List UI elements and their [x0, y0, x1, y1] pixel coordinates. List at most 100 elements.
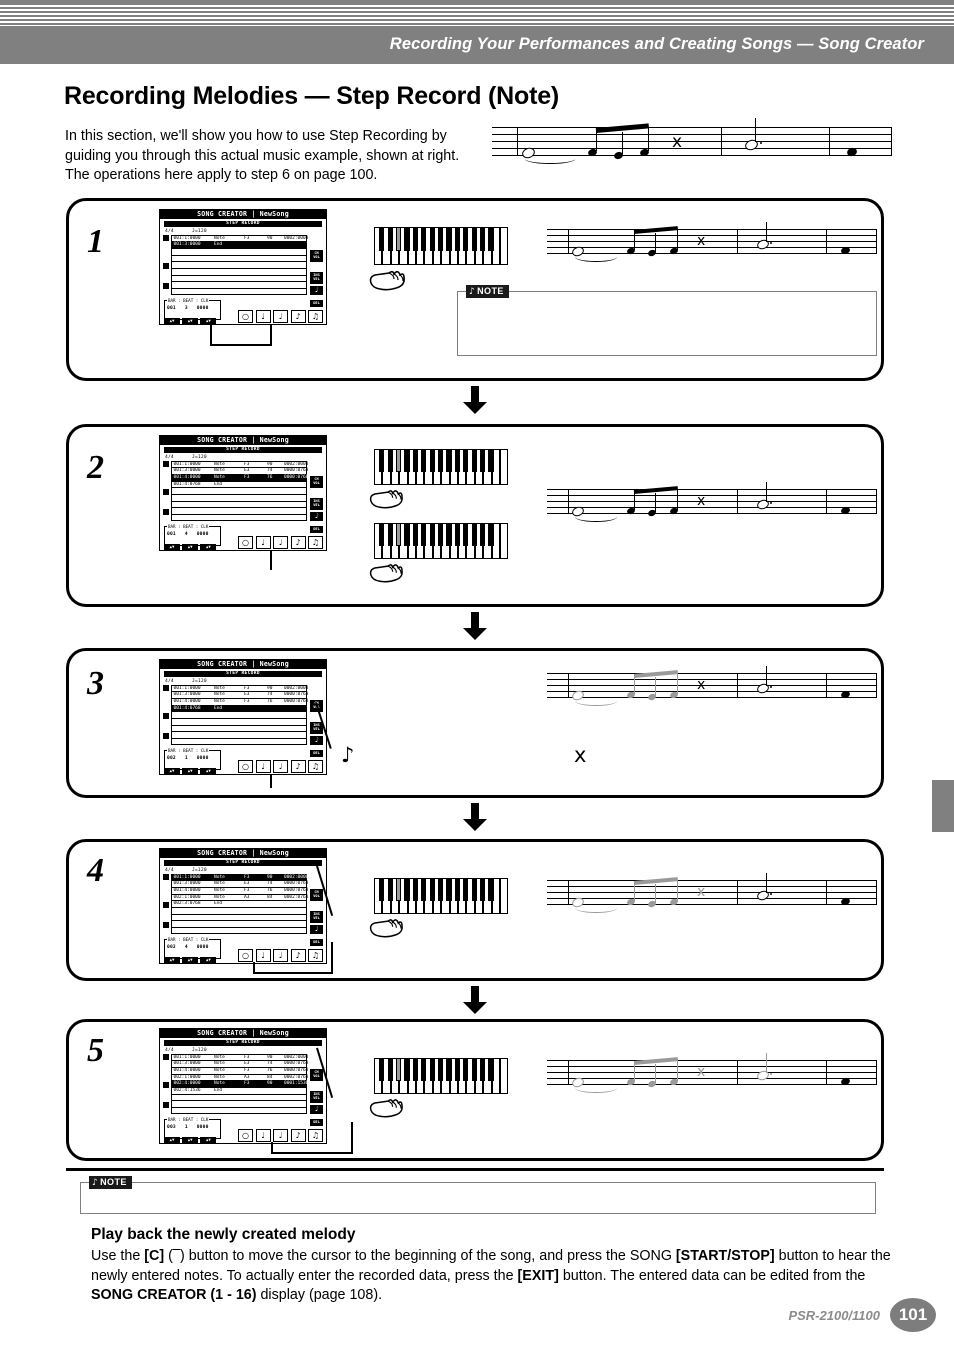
note-button-whole[interactable]: ○	[238, 760, 253, 773]
lcd-side-button-note[interactable]: ♩	[310, 1105, 323, 1114]
lcd-side-button-ch-vol[interactable]: CHVOL	[310, 1069, 323, 1081]
lcd-side-button-note[interactable]: ♩	[310, 736, 323, 745]
arrow-updown-clk[interactable]: ▲▼	[200, 768, 217, 774]
lcd-display[interactable]: SONG CREATOR | NewSong STEP RECORD 4/4 J…	[159, 659, 327, 775]
lcd-display[interactable]: SONG CREATOR | NewSong STEP RECORD 4/4 J…	[159, 1028, 327, 1144]
lcd-event-row[interactable]: 001:1:0000 Note F3 90 0002:0000	[171, 684, 308, 692]
note-button-eighth[interactable]: ♪	[290, 310, 306, 323]
lcd-event-row-empty[interactable]	[171, 717, 307, 725]
lcd-side-button-note[interactable]: ♩	[310, 925, 323, 934]
lcd-event-row[interactable]: 001:4:0768 End	[171, 480, 307, 488]
lcd-event-row-empty[interactable]	[171, 274, 307, 282]
lcd-event-row[interactable]: 002:1:0000 Note A3 84 0002:0768	[171, 1073, 308, 1081]
arrow-updown-bar[interactable]: ▲▼	[164, 544, 180, 550]
note-button-sixteenth[interactable]: ♫	[308, 949, 323, 962]
lcd-note-value-buttons[interactable]: ○ ♩ ♩ ♪ ♫	[238, 760, 323, 773]
note-button-eighth[interactable]: ♪	[290, 536, 306, 549]
lcd-arrow-buttons[interactable]: ▲▼ ▲▼ ▲▼	[164, 544, 217, 550]
lcd-event-row-empty[interactable]	[171, 254, 307, 262]
lcd-event-row[interactable]: 001:1:0000 Note F3 90 0002:0000	[171, 460, 308, 468]
lcd-event-list[interactable]: 001:1:0000 Note F3 90 0002:0000 001:3:00…	[171, 684, 308, 745]
lcd-event-row[interactable]: 002:1:0000 Note A3 84 0002:0768	[171, 893, 308, 901]
lcd-side-button-ins-vel[interactable]: INS VEL	[310, 498, 323, 510]
lcd-event-row-empty[interactable]	[171, 281, 307, 288]
lcd-side-button-del[interactable]: DEL	[310, 300, 323, 307]
arrow-updown-beat[interactable]: ▲▼	[182, 544, 199, 550]
arrow-updown-beat[interactable]: ▲▼	[182, 957, 199, 963]
lcd-side-button-ins-vel[interactable]: INS VEL	[310, 1091, 323, 1103]
note-button-eighth[interactable]: ♪	[290, 1129, 306, 1142]
lcd-event-list[interactable]: 001:1:0000 Note F3 90 0002:0000 001:3:00…	[171, 873, 308, 934]
lcd-event-row-empty[interactable]	[171, 487, 307, 494]
lcd-event-row-empty[interactable]	[171, 920, 307, 927]
arrow-updown-clk[interactable]: ▲▼	[200, 544, 217, 550]
note-button-sixteenth[interactable]: ♫	[308, 1129, 323, 1142]
lcd-side-button-ch-vol[interactable]: CHVOL	[310, 476, 323, 488]
lcd-event-row-empty[interactable]	[171, 906, 307, 914]
arrow-updown-bar[interactable]: ▲▼	[164, 957, 180, 963]
lcd-side-button-ins-vel[interactable]: INS VEL	[310, 272, 323, 284]
lcd-event-list[interactable]: 001:1:0000 Note F3 90 0002:0000 001:3:00…	[171, 234, 308, 295]
lcd-event-row-empty[interactable]	[171, 913, 307, 921]
lcd-event-row-empty[interactable]	[171, 738, 307, 745]
lcd-event-row-empty[interactable]	[171, 247, 307, 255]
lcd-event-row[interactable]: 001:3:0000 Note E3 74 0000:0768	[171, 467, 308, 474]
lcd-event-row-selected[interactable]: 002:4:0000 Note F3 90 0001:1536	[171, 1080, 308, 1087]
lcd-event-row-empty[interactable]	[171, 261, 307, 268]
note-button-whole[interactable]: ○	[238, 536, 253, 549]
lcd-event-list[interactable]: 001:1:0000 Note F3 90 0002:0000 001:3:00…	[171, 1053, 308, 1114]
lcd-event-row-empty[interactable]	[171, 927, 307, 934]
lcd-event-list[interactable]: 001:1:0000 Note F3 90 0002:0000 001:3:00…	[171, 460, 308, 521]
lcd-side-button-note[interactable]: ♩	[310, 512, 323, 521]
note-button-half[interactable]: ♩	[255, 1129, 271, 1142]
arrow-updown-beat[interactable]: ▲▼	[182, 318, 199, 324]
note-button-eighth[interactable]: ♪	[290, 760, 306, 773]
lcd-event-row[interactable]: 001:4:0000 Note F3 76 0000:0768	[171, 886, 308, 894]
note-button-whole[interactable]: ○	[238, 310, 253, 323]
lcd-event-row-empty[interactable]	[171, 731, 307, 738]
note-button-half[interactable]: ♩	[255, 760, 271, 773]
lcd-side-button-del[interactable]: DEL	[310, 750, 323, 757]
lcd-event-row[interactable]: 001:3:0000 Note E3 74 0000:0768	[171, 1060, 308, 1067]
lcd-event-row-empty[interactable]	[171, 514, 307, 521]
lcd-event-row-empty[interactable]	[171, 288, 307, 295]
note-button-half[interactable]: ♩	[255, 949, 271, 962]
lcd-note-value-buttons[interactable]: ○ ♩ ♩ ♪ ♫	[238, 1129, 323, 1142]
lcd-event-row[interactable]: 001:1:0000 Note F3 90 0002:0000	[171, 234, 308, 242]
arrow-updown-clk[interactable]: ▲▼	[200, 957, 217, 963]
lcd-display[interactable]: SONG CREATOR | NewSong STEP RECORD 4/4 J…	[159, 435, 327, 551]
arrow-updown-bar[interactable]: ▲▼	[164, 768, 180, 774]
lcd-arrow-buttons[interactable]: ▲▼ ▲▼ ▲▼	[164, 318, 217, 324]
note-button-quarter[interactable]: ♩	[273, 760, 288, 773]
lcd-display[interactable]: SONG CREATOR | NewSong STEP RECORD 4/4 J…	[159, 209, 327, 325]
lcd-note-value-buttons[interactable]: ○ ♩ ♩ ♪ ♫	[238, 536, 323, 549]
lcd-event-row-empty[interactable]	[171, 500, 307, 508]
lcd-arrow-buttons[interactable]: ▲▼ ▲▼ ▲▼	[164, 1137, 217, 1143]
lcd-side-button-del[interactable]: DEL	[310, 526, 323, 533]
lcd-event-row-selected[interactable]: 001:1:0000 Note F3 90 0002:0000	[171, 873, 308, 881]
lcd-note-value-buttons[interactable]: ○ ♩ ♩ ♪ ♫	[238, 949, 323, 962]
lcd-event-row-selected[interactable]: 001:4:0768 End	[171, 704, 307, 712]
lcd-event-row-selected[interactable]: 001:3:0000 End	[171, 241, 307, 248]
lcd-event-row-empty[interactable]	[171, 507, 307, 514]
note-button-eighth[interactable]: ♪	[290, 949, 306, 962]
lcd-event-row-empty[interactable]	[171, 267, 307, 275]
lcd-event-row-empty[interactable]	[171, 1093, 307, 1101]
note-button-half[interactable]: ♩	[255, 310, 271, 323]
note-button-quarter[interactable]: ♩	[273, 310, 288, 323]
note-button-sixteenth[interactable]: ♫	[308, 536, 323, 549]
arrow-updown-clk[interactable]: ▲▼	[200, 318, 217, 324]
note-button-quarter[interactable]: ♩	[273, 949, 288, 962]
note-button-sixteenth[interactable]: ♫	[308, 310, 323, 323]
lcd-event-row-empty[interactable]	[171, 1100, 307, 1107]
lcd-side-button-ins-vel[interactable]: INS VEL	[310, 911, 323, 923]
lcd-event-row[interactable]: 001:1:0000 Note F3 90 0002:0000	[171, 1053, 308, 1061]
lcd-event-row[interactable]: 001:3:0000 Note E3 74 0000:0768	[171, 880, 308, 887]
arrow-updown-beat[interactable]: ▲▼	[182, 1137, 199, 1143]
note-button-whole[interactable]: ○	[238, 1129, 253, 1142]
lcd-event-row-empty[interactable]	[171, 724, 307, 732]
note-button-half[interactable]: ♩	[255, 536, 271, 549]
lcd-side-button-del[interactable]: DEL	[310, 1119, 323, 1126]
lcd-event-row-empty[interactable]	[171, 711, 307, 718]
lcd-side-button-ch-vol[interactable]: CHVOL	[310, 889, 323, 901]
